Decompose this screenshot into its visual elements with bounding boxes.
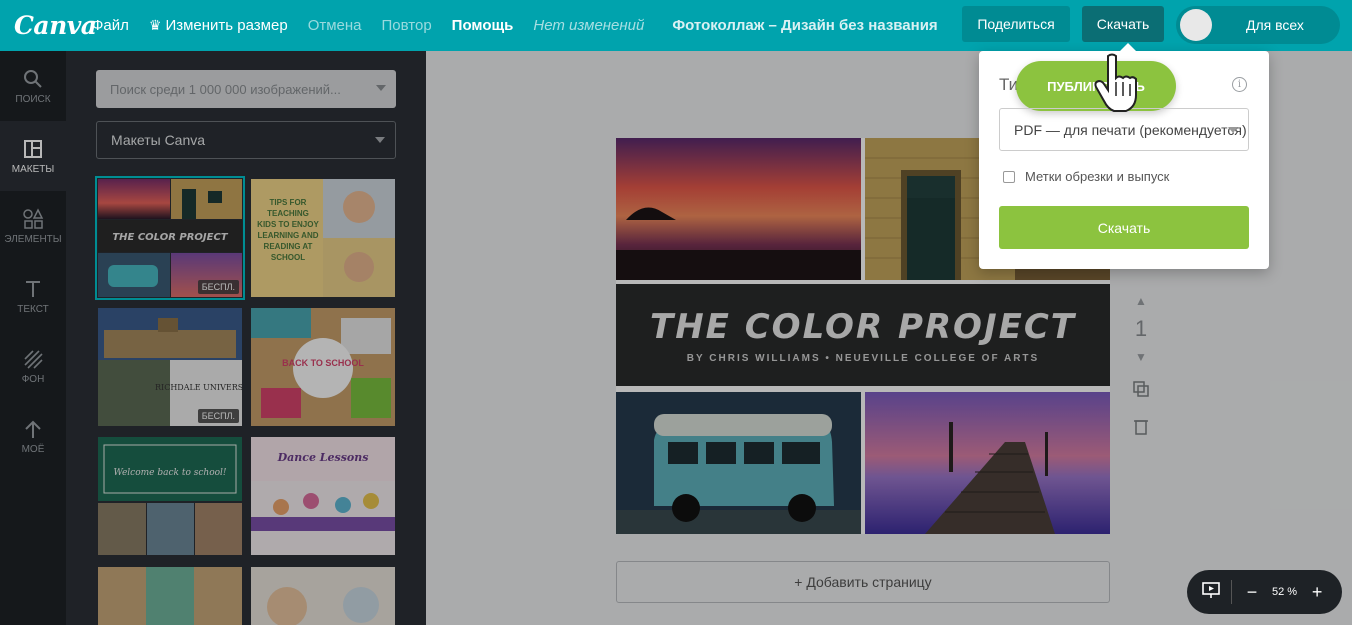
- photo-van[interactable]: [616, 392, 861, 534]
- design-title[interactable]: Фотоколлаж – Дизайн без названия: [672, 17, 937, 34]
- template-preview: [98, 567, 242, 625]
- info-icon[interactable]: i: [1232, 77, 1247, 92]
- template-preview: Welcome back to school!: [98, 437, 242, 555]
- banner-title[interactable]: THE COLOR PROJECT: [650, 307, 1076, 347]
- file-type-value: PDF — для печати (рекомендуется): [1014, 121, 1247, 138]
- layouts-panel: Макеты Canva THE COLOR PROJECT БЕСПЛ.: [66, 51, 426, 625]
- template-thumbnail[interactable]: [98, 567, 242, 625]
- page-down-icon[interactable]: ▼: [1135, 350, 1147, 364]
- checkbox-box[interactable]: [1003, 170, 1015, 183]
- crown-icon: ♛: [148, 17, 162, 33]
- free-badge: БЕСПЛ.: [197, 409, 239, 423]
- add-page-button[interactable]: + Добавить страницу: [616, 561, 1110, 603]
- category-select-value: Макеты Canva: [111, 132, 206, 148]
- menu-resize-label: Изменить размер: [165, 17, 288, 34]
- layout-icon: [22, 138, 44, 160]
- template-preview: Dance Lessons: [251, 437, 395, 555]
- rail-label: Фон: [21, 373, 45, 385]
- rail-item-uploads[interactable]: Моё: [0, 401, 66, 471]
- rail-item-layouts[interactable]: Макеты: [0, 121, 66, 191]
- zoom-value: 52 %: [1272, 586, 1298, 598]
- template-thumbnail[interactable]: RICHDALE UNIVERSITY БЕСПЛ.: [98, 308, 242, 426]
- free-badge: БЕСПЛ.: [197, 280, 239, 294]
- background-icon: [22, 348, 44, 370]
- template-title: TIPS FOR TEACHING KIDS TO ENJOY LEARNING…: [257, 198, 319, 262]
- template-title: BACK TO SCHOOL: [282, 358, 364, 368]
- rail-label: Макеты: [11, 163, 55, 175]
- photo-sunset[interactable]: [616, 138, 861, 280]
- text-icon: [22, 278, 44, 300]
- copy-page-icon[interactable]: [1132, 380, 1150, 403]
- delete-page-icon[interactable]: [1133, 417, 1149, 440]
- category-select[interactable]: Макеты Canva: [96, 121, 396, 159]
- template-thumbnail[interactable]: Welcome back to school!: [98, 437, 242, 555]
- visibility-toggle[interactable]: Для всех: [1176, 6, 1340, 44]
- popup-download-button[interactable]: Скачать: [999, 206, 1249, 249]
- menu-help[interactable]: Помощь: [452, 17, 514, 34]
- page-up-icon[interactable]: ▲: [1135, 294, 1147, 308]
- banner-subtitle[interactable]: BY CHRIS WILLIAMS • NEUEVILLE COLLEGE OF…: [687, 353, 1039, 364]
- visibility-label: Для всех: [1246, 17, 1304, 33]
- canva-logo[interactable]: Canva: [14, 11, 97, 40]
- rail-label: Поиск: [15, 93, 51, 105]
- divider: [1231, 580, 1232, 604]
- menu-redo[interactable]: Повтор: [382, 17, 432, 34]
- zoom-control: − 52 % +: [1187, 570, 1342, 614]
- template-title: RICHDALE UNIVERSITY: [155, 383, 242, 392]
- menu-resize[interactable]: ♛ Изменить размер: [149, 17, 288, 34]
- crop-marks-checkbox[interactable]: Метки обрезки и выпуск: [1003, 169, 1169, 184]
- photo-pier[interactable]: [865, 392, 1110, 534]
- template-thumbnail[interactable]: TIPS FOR TEACHING KIDS TO ENJOY LEARNING…: [251, 179, 395, 297]
- file-type-select[interactable]: PDF — для печати (рекомендуется): [999, 108, 1249, 151]
- template-preview: TIPS FOR TEACHING KIDS TO ENJOY LEARNING…: [251, 179, 395, 297]
- chevron-down-icon[interactable]: [376, 85, 386, 91]
- menu-undo[interactable]: Отмена: [308, 17, 362, 34]
- download-button[interactable]: Скачать: [1082, 6, 1164, 42]
- rail-item-elements[interactable]: Элементы: [0, 191, 66, 261]
- template-thumbnail[interactable]: BACK TO SCHOOL: [251, 308, 395, 426]
- hand-cursor-icon: [1094, 52, 1144, 112]
- template-thumbnail[interactable]: THE COLOR PROJECT БЕСПЛ.: [95, 176, 245, 300]
- zoom-out-button[interactable]: −: [1242, 582, 1262, 603]
- popup-arrow: [1120, 43, 1136, 51]
- rail-label: Текст: [17, 303, 49, 315]
- page-tools: ▲ 1 ▼: [1128, 294, 1154, 440]
- present-icon[interactable]: [1201, 580, 1221, 605]
- chevron-down-icon: [375, 137, 385, 143]
- top-bar: Canva Файл ♛ Изменить размер Отмена Повт…: [0, 0, 1352, 51]
- share-button[interactable]: Поделиться: [962, 6, 1070, 42]
- template-title: THE COLOR PROJECT: [112, 232, 228, 243]
- title-banner[interactable]: THE COLOR PROJECT BY CHRIS WILLIAMS • NE…: [616, 284, 1110, 386]
- rail-item-background[interactable]: Фон: [0, 331, 66, 401]
- left-rail: Поиск Макеты Элементы Текст Фон Моё: [0, 51, 66, 625]
- zoom-in-button[interactable]: +: [1307, 582, 1327, 603]
- template-preview: BACK TO SCHOOL: [251, 308, 395, 426]
- search-icon: [22, 68, 44, 90]
- toggle-knob: [1180, 9, 1212, 41]
- rail-label: Элементы: [4, 233, 62, 245]
- template-title: Dance Lessons: [277, 451, 369, 464]
- template-preview: [251, 567, 395, 625]
- image-search[interactable]: [96, 70, 396, 108]
- search-input[interactable]: [110, 81, 360, 97]
- template-thumbnail[interactable]: Dance Lessons: [251, 437, 395, 555]
- menu-file[interactable]: Файл: [92, 17, 129, 34]
- template-title: Welcome back to school!: [113, 468, 226, 478]
- crop-marks-label: Метки обрезки и выпуск: [1025, 169, 1170, 184]
- shapes-icon: [22, 207, 44, 230]
- chevron-down-icon: [1228, 127, 1238, 133]
- template-thumbnail[interactable]: [251, 567, 395, 625]
- rail-label: Моё: [21, 443, 45, 455]
- page-number: 1: [1134, 316, 1148, 341]
- save-status: Нет изменений: [533, 17, 645, 34]
- rail-item-text[interactable]: Текст: [0, 261, 66, 331]
- rail-item-search[interactable]: Поиск: [0, 51, 66, 121]
- upload-icon: [22, 418, 44, 440]
